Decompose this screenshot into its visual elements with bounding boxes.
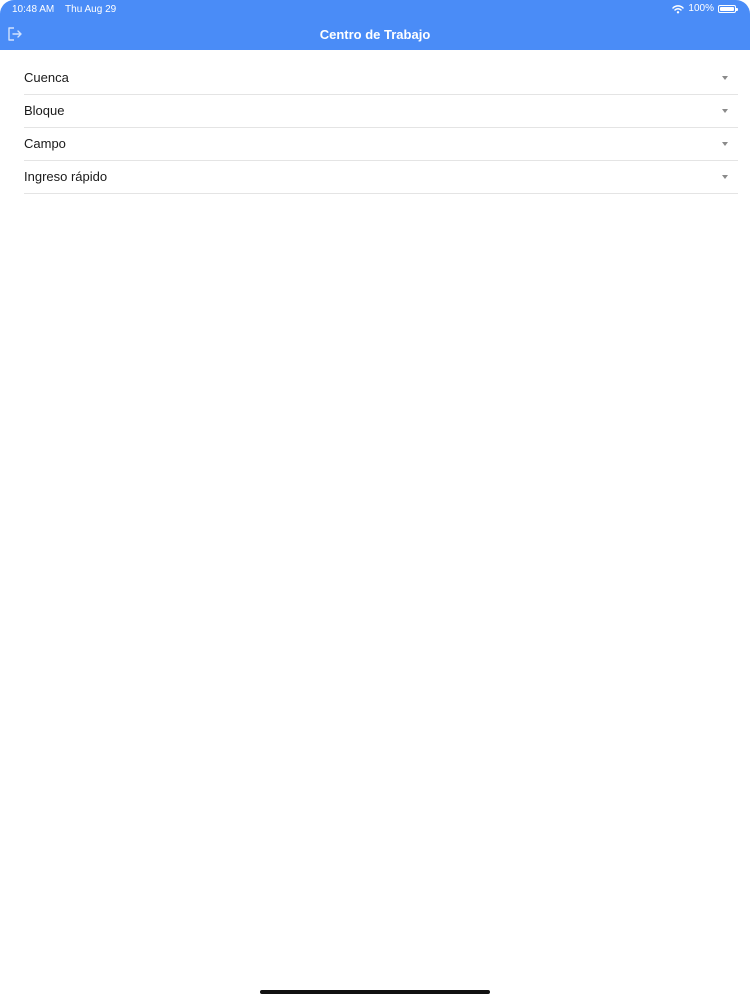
campo-dropdown[interactable]: Campo: [24, 128, 738, 161]
wifi-icon: [672, 4, 685, 13]
status-bar: 10:48 AM Thu Aug 29 100%: [0, 0, 750, 18]
chevron-down-icon: [722, 109, 728, 113]
battery-level: [720, 6, 734, 11]
app-screen: 10:48 AM Thu Aug 29 100% Centro de Traba…: [0, 0, 750, 1000]
home-indicator[interactable]: [260, 990, 490, 994]
header-bar: 10:48 AM Thu Aug 29 100% Centro de Traba…: [0, 0, 750, 50]
status-left: 10:48 AM Thu Aug 29: [12, 4, 116, 15]
battery-tip: [736, 7, 738, 11]
status-time: 10:48 AM: [12, 4, 55, 15]
chevron-down-icon: [722, 76, 728, 80]
bloque-dropdown[interactable]: Bloque: [24, 95, 738, 128]
ingreso-rapido-label: Ingreso rápido: [24, 169, 108, 184]
chevron-down-icon: [722, 175, 728, 179]
status-date: Thu Aug 29: [65, 4, 117, 15]
cuenca-dropdown[interactable]: Cuenca: [24, 62, 738, 95]
field-list: Cuenca Bloque Campo Ingreso rápido: [24, 62, 738, 194]
bloque-label: Bloque: [24, 103, 65, 118]
cuenca-label: Cuenca: [24, 70, 69, 85]
campo-label: Campo: [24, 136, 66, 151]
battery-percent: 100%: [688, 3, 714, 14]
ingreso-rapido-dropdown[interactable]: Ingreso rápido: [24, 161, 738, 194]
battery-icon: [718, 4, 738, 13]
page-title: Centro de Trabajo: [319, 27, 431, 42]
chevron-down-icon: [722, 142, 728, 146]
status-right: 100%: [672, 3, 738, 14]
